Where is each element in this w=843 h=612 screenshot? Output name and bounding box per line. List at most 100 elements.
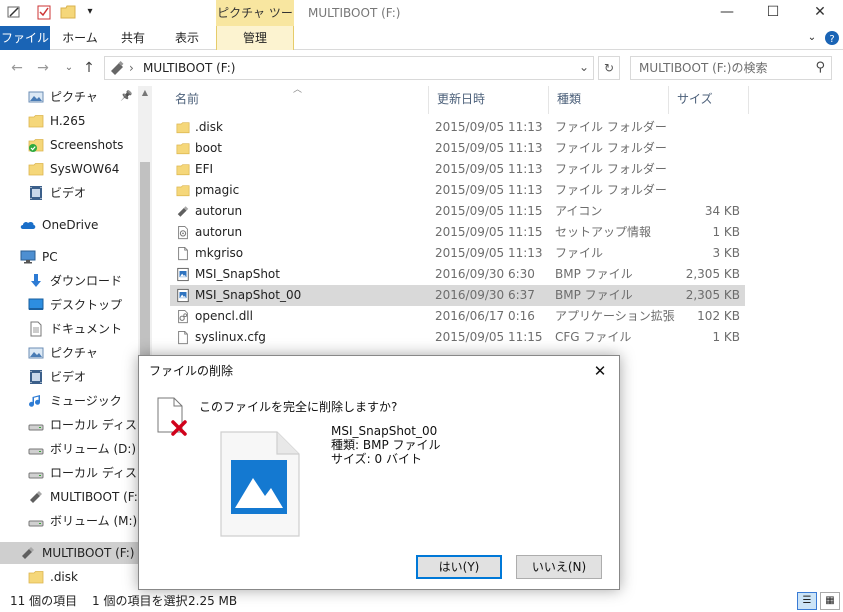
tab-home[interactable]: ホーム [52,26,108,50]
pin-icon[interactable]: 📌 [120,86,132,108]
image-file-icon [220,431,300,537]
file-type: ファイル フォルダー [555,120,667,134]
properties-icon[interactable] [6,4,22,20]
file-size: 3 KB [712,246,740,260]
file-date: 2015/09/05 11:13 [435,162,543,176]
ribbon-expand-icon[interactable]: ⌄ [804,30,820,46]
file-info-type: 種類: BMP ファイル [331,438,441,452]
sidebar-item[interactable]: ビデオ [0,366,138,388]
file-date: 2015/09/05 11:13 [435,120,543,134]
video-icon [28,185,44,201]
file-row[interactable]: EFI 2015/09/05 11:13 ファイル フォルダー [170,159,745,180]
file-name: autorun [195,204,243,218]
checklist-icon[interactable] [36,4,52,20]
search-input[interactable] [631,57,807,79]
sidebar-item[interactable]: SysWOW64 [0,158,138,180]
sidebar-item[interactable]: ピクチャ 📌 [0,86,138,108]
large-icons-view-button[interactable]: ▦ [820,592,840,610]
file-row[interactable]: autorun 2015/09/05 11:15 アイコン 34 KB [170,201,745,222]
file-date: 2016/09/30 6:37 [435,288,535,302]
sidebar-item-label: ボリューム (D:) [50,442,137,456]
sidebar-item[interactable]: ローカル ディスク (C [0,414,138,436]
sidebar-item[interactable]: Screenshots [0,134,138,156]
up-button[interactable]: ↑ [80,59,98,77]
file-type: ファイル フォルダー [555,141,667,155]
file-row[interactable]: syslinux.cfg 2015/09/05 11:15 CFG ファイル 1 KB [170,327,745,348]
image-file-icon [176,288,190,303]
file-row[interactable]: pmagic 2015/09/05 11:13 ファイル フォルダー [170,180,745,201]
column-header-date[interactable]: 更新日時 [429,86,549,114]
tab-file[interactable]: ファイル [0,26,50,50]
file-info-size: サイズ: 0 バイト [331,452,422,466]
column-header-type[interactable]: 種類 [549,86,669,114]
folder-icon [28,113,44,129]
sidebar-item[interactable]: デスクトップ [0,294,138,316]
sidebar-item[interactable]: ミュージック [0,390,138,412]
tab-share[interactable]: 共有 [110,26,156,50]
file-row[interactable]: autorun 2015/09/05 11:15 セットアップ情報 1 KB [170,222,745,243]
image-file-icon [176,267,190,282]
sidebar-item[interactable]: ボリューム (M:) [0,510,138,532]
tab-manage[interactable]: 管理 [216,26,294,50]
close-button[interactable]: ✕ [797,0,843,26]
file-row[interactable]: MSI_SnapShot_00 2016/09/30 6:37 BMP ファイル 2,… [170,285,745,306]
selection-count: 1 個の項目を選択 [92,594,188,608]
sidebar-item[interactable]: MULTIBOOT (F:) [0,542,138,564]
tab-view[interactable]: 表示 [160,26,214,50]
recent-locations-icon[interactable]: ⌄ [60,59,78,77]
file-row[interactable]: mkgriso 2015/09/05 11:13 ファイル 3 KB [170,243,745,264]
back-button[interactable]: ← [8,59,26,77]
contextual-tab-picture-tools: ピクチャ ツール [216,0,294,46]
file-size: 1 KB [712,330,740,344]
file-name: mkgriso [195,246,244,260]
drive-icon [28,441,44,457]
quick-access-dropdown-icon[interactable]: ▾ [82,4,98,20]
file-type: ファイル [555,246,604,260]
column-header-size[interactable]: サイズ [669,86,749,114]
sidebar-item[interactable]: ドキュメント [0,318,138,340]
sidebar-item-label: ダウンロード [50,274,123,288]
search-icon[interactable]: ⚲ [815,57,825,79]
file-type: アプリケーション拡張 [555,309,675,323]
file-row[interactable]: opencl.dll 2016/06/17 0:16 アプリケーション拡張 102 K… [170,306,745,327]
forward-button[interactable]: → [34,59,52,77]
sidebar-item[interactable]: ダウンロード [0,270,138,292]
column-header-name[interactable]: 名前 ︿ [167,85,429,114]
details-view-button[interactable]: ☰ [797,592,817,610]
file-row[interactable]: boot 2015/09/05 11:13 ファイル フォルダー [170,138,745,159]
sidebar-item[interactable]: MULTIBOOT (F:) [0,486,138,508]
breadcrumb-current[interactable]: MULTIBOOT (F:) [143,57,235,79]
address-dropdown-icon[interactable]: ⌄ [579,57,589,77]
sidebar-item[interactable]: .disk [0,566,138,588]
sidebar-item[interactable]: H.265 [0,110,138,132]
sidebar-item[interactable]: OneDrive [0,214,138,236]
new-folder-icon[interactable] [60,4,76,20]
yes-button[interactable]: はい(Y) [416,555,502,579]
sidebar-item-label: ビデオ [50,370,87,384]
file-info-name: MSI_SnapShot_00 [331,424,438,438]
sidebar-item[interactable]: ビデオ [0,182,138,204]
folder-icon [28,161,44,177]
sidebar-item-label: ボリューム (M:) [50,514,138,528]
maximize-button[interactable]: ☐ [750,0,796,26]
file-date: 2016/09/30 6:30 [435,267,535,281]
file-row[interactable]: .disk 2015/09/05 11:13 ファイル フォルダー [170,117,745,138]
sidebar-item-label: ピクチャ [50,346,98,360]
address-bar[interactable]: › MULTIBOOT (F:) ⌄ [104,56,594,80]
refresh-button[interactable]: ↻ [598,56,620,80]
dialog-close-button[interactable]: ✕ [589,360,611,382]
no-button[interactable]: いいえ(N) [516,555,602,579]
file-row[interactable]: MSI_SnapShot 2016/09/30 6:30 BMP ファイル 2,305… [170,264,745,285]
file-name: autorun [195,225,243,239]
download-icon [28,273,44,289]
file-size: 102 KB [697,309,740,323]
minimize-button[interactable]: — [704,0,750,26]
sidebar-item[interactable]: ボリューム (D:) [0,438,138,460]
sidebar-item[interactable]: ピクチャ [0,342,138,364]
sidebar-item[interactable]: ローカル ディスク (E [0,462,138,484]
usb-drive-icon [176,204,190,219]
sidebar-item[interactable]: PC [0,246,138,268]
scroll-up-icon[interactable]: ▲ [138,88,152,100]
help-icon[interactable]: ? [824,30,840,46]
file-name: syslinux.cfg [195,330,266,344]
